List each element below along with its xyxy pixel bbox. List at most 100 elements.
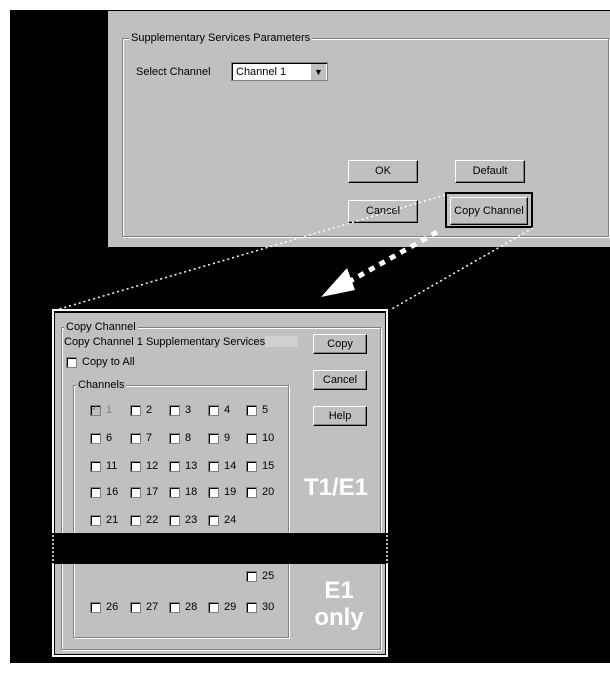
channel-label-9: 9 bbox=[224, 432, 231, 444]
channel-label-21: 21 bbox=[106, 514, 119, 526]
channel-checkbox-17[interactable]: 17 bbox=[130, 486, 158, 498]
channel-label-14: 14 bbox=[224, 460, 237, 472]
checkbox-box-13[interactable] bbox=[169, 460, 180, 472]
e1-annotation: E1 bbox=[324, 577, 354, 604]
channel-label-7: 7 bbox=[146, 432, 153, 444]
checkbox-box-19[interactable] bbox=[208, 486, 219, 498]
channel-checkbox-14[interactable]: 14 bbox=[208, 460, 236, 472]
channel-checkbox-11[interactable]: 11 bbox=[90, 460, 117, 472]
channel-checkbox-23[interactable]: 23 bbox=[169, 514, 197, 526]
checkbox-box-30[interactable] bbox=[246, 601, 257, 613]
checkbox-box-16[interactable] bbox=[90, 486, 101, 498]
checkbox-box-4[interactable] bbox=[208, 404, 219, 416]
channel-select[interactable]: Channel 1 ▼ bbox=[231, 62, 328, 81]
checkbox-box-25[interactable] bbox=[246, 570, 257, 582]
channel-label-22: 22 bbox=[146, 514, 159, 526]
break-band bbox=[52, 533, 388, 564]
checkbox-box-9[interactable] bbox=[208, 432, 219, 444]
channel-checkbox-25[interactable]: 25 bbox=[246, 570, 274, 582]
channel-checkbox-20[interactable]: 20 bbox=[246, 486, 274, 498]
chevron-down-icon[interactable]: ▼ bbox=[310, 64, 326, 80]
channel-label-28: 28 bbox=[185, 601, 198, 613]
channel-label-29: 29 bbox=[224, 601, 237, 613]
channel-checkbox-16[interactable]: 16 bbox=[90, 486, 118, 498]
copy-to-all-label: Copy to All bbox=[82, 356, 135, 368]
checkbox-box-20[interactable] bbox=[246, 486, 257, 498]
channel-label-6: 6 bbox=[106, 432, 113, 444]
checkbox-box-29[interactable] bbox=[208, 601, 219, 613]
copy-to-all-box[interactable] bbox=[66, 356, 77, 368]
checkbox-box-8[interactable] bbox=[169, 432, 180, 444]
cancel-button[interactable]: Cancel bbox=[313, 370, 367, 390]
channel-checkbox-12[interactable]: 12 bbox=[130, 460, 158, 472]
copy-channel-subtitle: Copy Channel 1 Supplementary Services bbox=[64, 336, 266, 348]
checkbox-box-17[interactable] bbox=[130, 486, 141, 498]
channel-checkbox-8[interactable]: 8 bbox=[169, 432, 191, 444]
checkbox-box-11[interactable] bbox=[90, 460, 101, 472]
channel-checkbox-10[interactable]: 10 bbox=[246, 432, 274, 444]
channel-label-19: 19 bbox=[224, 486, 237, 498]
channel-checkbox-13[interactable]: 13 bbox=[169, 460, 197, 472]
channel-label-5: 5 bbox=[262, 404, 269, 416]
channel-checkbox-28[interactable]: 28 bbox=[169, 601, 197, 613]
channel-label-30: 30 bbox=[262, 601, 275, 613]
checkbox-box-14[interactable] bbox=[208, 460, 219, 472]
channel-label-10: 10 bbox=[262, 432, 275, 444]
checkbox-box-21[interactable] bbox=[90, 514, 101, 526]
checkbox-box-3[interactable] bbox=[169, 404, 180, 416]
checkbox-box-24[interactable] bbox=[208, 514, 219, 526]
checkbox-box-15[interactable] bbox=[246, 460, 257, 472]
checkbox-box-7[interactable] bbox=[130, 432, 141, 444]
only-annotation: only bbox=[314, 604, 364, 631]
channel-checkbox-4[interactable]: 4 bbox=[208, 404, 230, 416]
channel-label-13: 13 bbox=[185, 460, 198, 472]
channel-checkbox-24[interactable]: 24 bbox=[208, 514, 236, 526]
channel-checkbox-22[interactable]: 22 bbox=[130, 514, 158, 526]
checkbox-box-2[interactable] bbox=[130, 404, 141, 416]
channel-checkbox-6[interactable]: 6 bbox=[90, 432, 112, 444]
channel-checkbox-27[interactable]: 27 bbox=[130, 601, 158, 613]
checkbox-box-10[interactable] bbox=[246, 432, 257, 444]
t1e1-annotation: T1/E1 bbox=[303, 474, 369, 501]
cancel-button[interactable]: Cancel bbox=[348, 200, 418, 223]
checkbox-box-12[interactable] bbox=[130, 460, 141, 472]
channel-label-3: 3 bbox=[185, 404, 192, 416]
ok-button[interactable]: OK bbox=[348, 160, 418, 183]
channel-checkbox-26[interactable]: 26 bbox=[90, 601, 118, 613]
checkbox-box-27[interactable] bbox=[130, 601, 141, 613]
channel-label-1: 1 bbox=[106, 404, 113, 416]
channel-label-16: 16 bbox=[106, 486, 119, 498]
checkbox-box-18[interactable] bbox=[169, 486, 180, 498]
checkbox-box-5[interactable] bbox=[246, 404, 257, 416]
checkbox-box-28[interactable] bbox=[169, 601, 180, 613]
channel-label-11: 11 bbox=[106, 460, 118, 472]
copy-button[interactable]: Copy bbox=[313, 334, 367, 354]
checkbox-box-1 bbox=[90, 403, 101, 416]
checkbox-box-23[interactable] bbox=[169, 514, 180, 526]
channel-checkbox-30[interactable]: 30 bbox=[246, 601, 274, 613]
channel-checkbox-7[interactable]: 7 bbox=[130, 432, 152, 444]
copy-to-all-checkbox[interactable]: Copy to All bbox=[66, 356, 135, 368]
channel-label-23: 23 bbox=[185, 514, 198, 526]
channel-label-27: 27 bbox=[146, 601, 159, 613]
checkbox-box-22[interactable] bbox=[130, 514, 141, 526]
checkbox-box-6[interactable] bbox=[90, 432, 101, 444]
checkbox-box-26[interactable] bbox=[90, 601, 101, 613]
supplementary-services-dialog: Supplementary Services Parameters Select… bbox=[108, 11, 610, 247]
channel-checkbox-19[interactable]: 19 bbox=[208, 486, 236, 498]
channel-checkbox-5[interactable]: 5 bbox=[246, 404, 268, 416]
select-channel-label: Select Channel bbox=[136, 66, 211, 78]
copy-channel-group-title: Copy Channel bbox=[64, 321, 138, 333]
channel-label-15: 15 bbox=[262, 460, 275, 472]
channel-checkbox-9[interactable]: 9 bbox=[208, 432, 230, 444]
channel-checkbox-29[interactable]: 29 bbox=[208, 601, 236, 613]
default-button[interactable]: Default bbox=[455, 160, 525, 183]
channel-checkbox-18[interactable]: 18 bbox=[169, 486, 197, 498]
help-button[interactable]: Help bbox=[313, 406, 367, 426]
channel-checkbox-2[interactable]: 2 bbox=[130, 404, 152, 416]
channel-checkbox-21[interactable]: 21 bbox=[90, 514, 118, 526]
channel-checkbox-3[interactable]: 3 bbox=[169, 404, 191, 416]
channel-checkbox-15[interactable]: 15 bbox=[246, 460, 274, 472]
channel-label-8: 8 bbox=[185, 432, 192, 444]
channel-label-24: 24 bbox=[224, 514, 237, 526]
